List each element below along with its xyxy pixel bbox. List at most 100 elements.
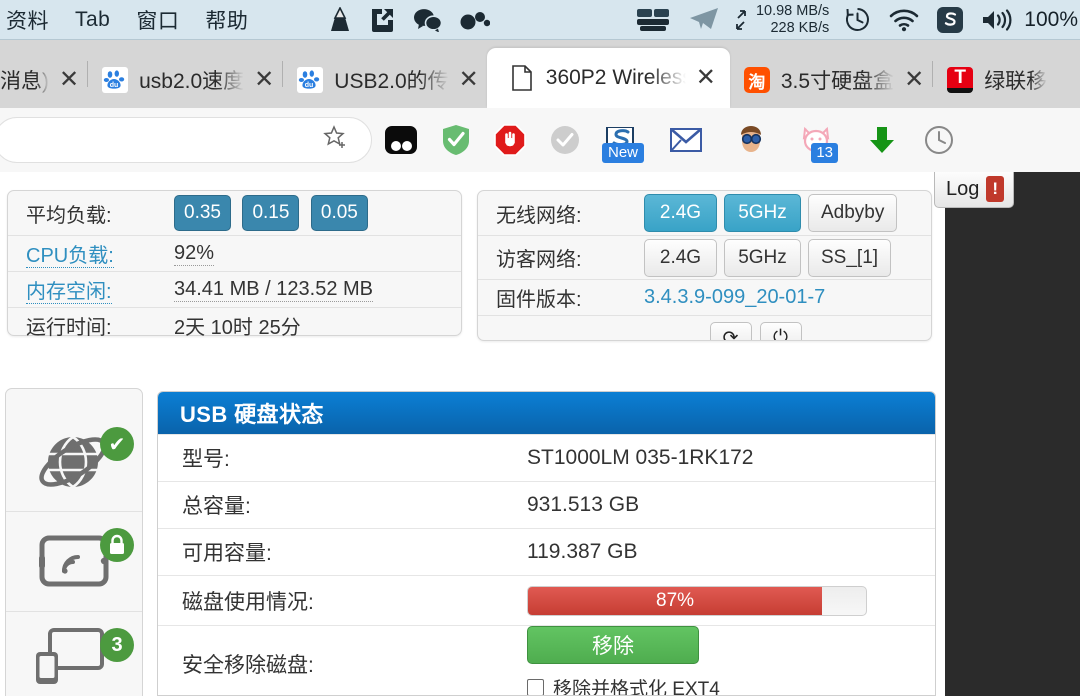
tab-label: 3.5寸硬盘盒: [780, 70, 895, 93]
browser-toolbar: New 13: [0, 108, 1080, 172]
ext-download-green-arrow-icon[interactable]: [868, 125, 896, 155]
row-load-average: 平均负载: 0.35 0.15 0.05: [8, 191, 461, 235]
row-uptime: 运行时间: 2天 10时 25分: [8, 307, 461, 343]
cpu-load-label[interactable]: CPU负载:: [26, 245, 114, 268]
guest-network-label: 访客网络:: [496, 249, 582, 271]
row-disk-usage: 磁盘使用情况: 87%: [158, 575, 935, 625]
total-capacity-label: 总容量:: [182, 495, 251, 518]
sidebar-connected-clients-icon[interactable]: 3: [6, 611, 142, 696]
tab-ugreen[interactable]: T 绿联移: [933, 52, 1055, 108]
disk-usage-fill: 87%: [528, 586, 823, 615]
ext-sogou-new-icon[interactable]: New: [602, 127, 645, 163]
ext-cat-icon[interactable]: 13: [800, 125, 838, 163]
row-safe-eject: 安全移除磁盘: 移除 移除并格式化 EXT4: [158, 625, 935, 696]
address-bar[interactable]: [0, 117, 372, 163]
ext-adguard-shield-icon[interactable]: [442, 124, 470, 156]
svg-text:du: du: [305, 82, 314, 89]
format-checkbox[interactable]: [527, 679, 544, 695]
guest-buttons: 2.4G 5GHz SS_[1]: [644, 238, 898, 277]
tab-xiaoxi[interactable]: 消息) ✕: [0, 52, 87, 108]
guest-ss-button[interactable]: SS_[1]: [808, 238, 892, 277]
internet-ok-badge: ✔: [100, 427, 134, 461]
sogou-input-icon[interactable]: [928, 6, 972, 33]
disk-model-label: 型号:: [182, 448, 230, 471]
vlc-cone-icon[interactable]: [319, 6, 361, 33]
memory-free-value: 34.41 MB / 123.52 MB: [174, 277, 374, 302]
tab-close-icon[interactable]: ✕: [59, 68, 79, 92]
download-speed: 10.98 MB/s: [755, 2, 830, 19]
tab-close-icon[interactable]: ✕: [459, 68, 479, 92]
menu-ziliao[interactable]: 资料: [0, 5, 62, 35]
star-plus-icon[interactable]: [323, 124, 349, 156]
eject-button[interactable]: 移除: [527, 626, 699, 664]
screenshot-icon[interactable]: [361, 7, 404, 32]
network-speed-indicator[interactable]: 10.98 MB/s 228 KB/s: [754, 3, 835, 36]
menu-help[interactable]: 帮助: [192, 5, 261, 35]
menu-tab[interactable]: Tab: [62, 8, 123, 32]
menu-window[interactable]: 窗口: [123, 5, 192, 35]
ext-check-grey-icon[interactable]: [550, 125, 580, 155]
ext-adblock-stop-icon[interactable]: [494, 124, 526, 156]
memory-free-label[interactable]: 内存空闲:: [26, 281, 112, 304]
guest-24g-button[interactable]: 2.4G: [644, 238, 717, 277]
row-cpu-load: CPU负载: 92%: [8, 235, 461, 271]
row-memory-free: 内存空闲: 34.41 MB / 123.52 MB: [8, 271, 461, 307]
log-button[interactable]: Log !: [934, 172, 1015, 208]
tab-close-icon[interactable]: ✕: [254, 68, 274, 92]
expand-arrows-icon[interactable]: [728, 8, 754, 32]
t-favicon-icon: T: [947, 67, 974, 93]
usb-panel-title: USB 硬盘状态: [158, 392, 935, 434]
wireless-adbyby-button[interactable]: Adbyby: [808, 194, 898, 232]
dots-icon[interactable]: [451, 10, 499, 30]
format-checkbox-label: 移除并格式化 EXT4: [553, 679, 720, 696]
sidebar-internet-globe-icon[interactable]: ✔: [6, 411, 142, 511]
time-machine-icon[interactable]: [835, 6, 880, 33]
telegram-icon[interactable]: [680, 7, 728, 32]
total-capacity-value: 931.513 GB: [527, 493, 640, 516]
wifi-icon[interactable]: [880, 8, 928, 32]
firmware-version-value[interactable]: 3.4.3.9-099_20-01-7: [644, 286, 825, 309]
row-firmware: 固件版本: 3.4.3.9-099_20-01-7: [478, 279, 931, 315]
safe-eject-label: 安全移除磁盘:: [182, 653, 314, 677]
server-stack-icon[interactable]: [626, 7, 680, 33]
wireless-24g-button[interactable]: 2.4G: [644, 194, 717, 232]
uptime-label: 运行时间:: [26, 317, 112, 339]
client-count-badge: 3: [100, 628, 134, 662]
status-icon-sidebar: ✔ 3: [5, 388, 143, 696]
load-average-values: 0.35 0.15 0.05: [174, 195, 375, 231]
tab-35-hdd-case[interactable]: 淘 3.5寸硬盘盒 ✕: [730, 52, 932, 108]
tab-usb20-speed[interactable]: du usb2.0速度 ✕: [88, 52, 282, 108]
firmware-label: 固件版本:: [496, 289, 582, 311]
power-button[interactable]: ⏻: [759, 322, 802, 340]
format-checkbox-row[interactable]: 移除并格式化 EXT4: [527, 674, 720, 696]
tab-label: USB2.0的传: [334, 70, 449, 93]
ext-clock-icon[interactable]: [924, 125, 954, 155]
guest-5ghz-button[interactable]: 5GHz: [724, 238, 801, 277]
volume-icon[interactable]: [972, 8, 1024, 32]
reboot-button[interactable]: ⟳: [709, 322, 752, 340]
tab-close-icon[interactable]: ✕: [904, 68, 924, 92]
battery-percentage[interactable]: 100%: [1024, 8, 1080, 32]
wireless-5ghz-button[interactable]: 5GHz: [724, 194, 801, 232]
tab-close-icon[interactable]: ✕: [696, 66, 716, 90]
router-admin-page: 平均负载: 0.35 0.15 0.05 CPU负载: 92% 内存空闲: 34…: [0, 172, 945, 696]
taobao-favicon-icon: 淘: [743, 67, 770, 93]
lock-icon: [110, 534, 124, 554]
wechat-icon[interactable]: [404, 8, 451, 32]
baidu-favicon-icon: du: [102, 67, 129, 93]
svg-text:du: du: [110, 82, 119, 89]
ext-badge-new: New: [602, 142, 645, 163]
address-input[interactable]: [0, 129, 323, 151]
disk-model-value: ST1000LM 035-1RK172: [527, 446, 754, 469]
ext-momo-icon[interactable]: [384, 125, 418, 155]
tab-label: 消息): [0, 70, 49, 93]
tab-360p2[interactable]: 360P2 Wireless ✕: [486, 48, 730, 108]
load-15min: 0.05: [310, 195, 368, 231]
ext-avatar-glasses-icon[interactable]: [736, 125, 766, 155]
network-status-card: 无线网络: 2.4G 5GHz Adbyby 访客网络: 2.4G 5GHz S…: [477, 190, 932, 341]
page-viewport: Log ! 平均负载: 0.35 0.15 0.05 CPU负载: 92% 内存…: [0, 172, 1080, 696]
tab-usb20-transfer[interactable]: du USB2.0的传 ✕: [283, 52, 486, 108]
load-average-label: 平均负载:: [26, 204, 112, 227]
sidebar-wireless-device-icon[interactable]: [6, 511, 142, 611]
ext-gmail-icon[interactable]: [670, 127, 702, 153]
